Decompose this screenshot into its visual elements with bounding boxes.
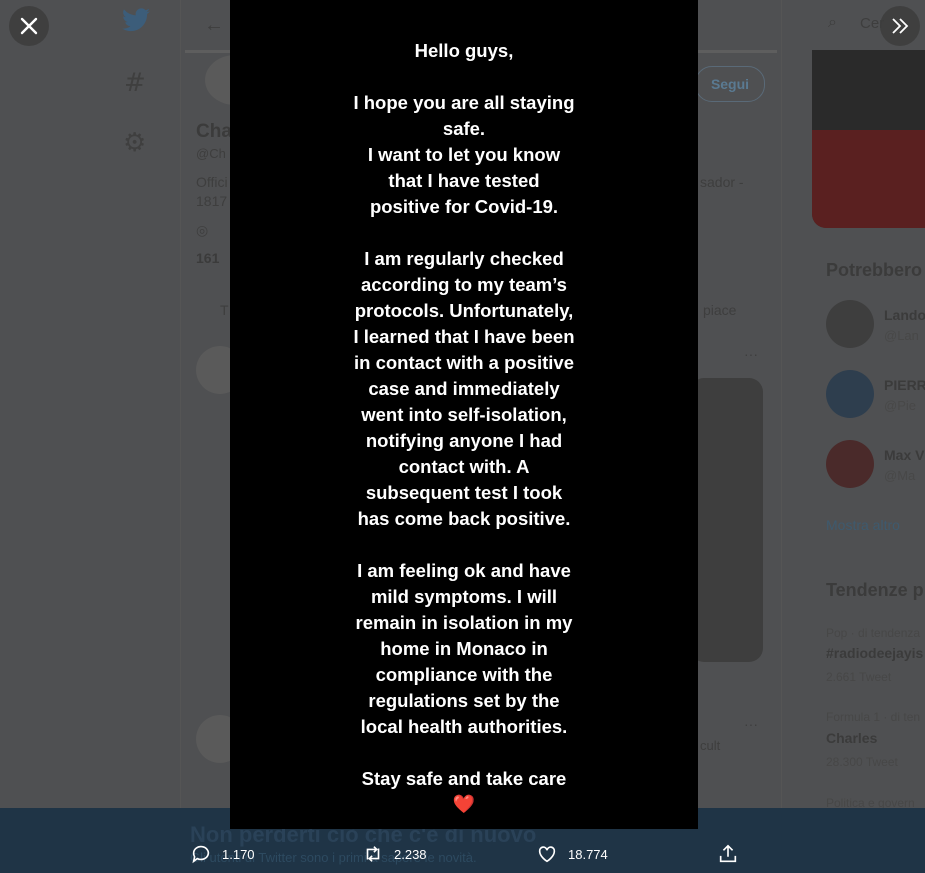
story-paragraph: I am regularly checked according to my t… <box>353 248 575 529</box>
suggestion-name[interactable]: Lando <box>884 307 925 323</box>
hashtag-icon[interactable]: # <box>124 68 146 98</box>
double-chevron-right-icon[interactable] <box>880 6 920 46</box>
trend-context: Pop · di tendenza <box>826 626 921 640</box>
reply-button[interactable]: 1.170 <box>190 843 255 865</box>
tweet-more-icon-2[interactable]: ··· <box>744 716 758 732</box>
story-paragraph: I am feeling ok and have mild symptoms. … <box>355 560 573 737</box>
suggestion-name[interactable]: Max V <box>884 447 924 463</box>
profile-bio: Offici <box>196 174 228 190</box>
follow-button[interactable]: Segui <box>695 66 765 102</box>
trend-name[interactable]: #radiodeejayis <box>826 645 923 661</box>
story-paragraph: Hello guys, <box>414 40 514 61</box>
location-icon: ◎ <box>196 222 209 238</box>
suggestion-handle: @Lan <box>884 328 919 343</box>
tweet-media[interactable] <box>690 378 763 662</box>
trends-title: Tendenze p <box>826 580 924 600</box>
tweet-more-icon[interactable]: ··· <box>744 346 758 362</box>
story-paragraph: I hope you are all staying safe. I want … <box>353 92 575 217</box>
tweet-actions-share <box>717 838 739 870</box>
tweet-actions-retweet: 2.238 <box>362 838 427 870</box>
retweet-icon <box>366 846 380 862</box>
suggestion-avatar[interactable] <box>826 370 874 418</box>
profile-handle: @Ch <box>196 146 226 161</box>
retweet-count: 2.238 <box>394 846 427 862</box>
share-icon <box>719 844 737 863</box>
tab-tweets[interactable]: T <box>220 302 229 318</box>
trend-name[interactable]: Charles <box>826 730 877 746</box>
trend-context: Formula 1 · di ten <box>826 710 921 724</box>
search-icon: ⌕ <box>828 14 837 31</box>
following-count[interactable]: 161 <box>196 250 219 266</box>
story-image[interactable]: Hello guys, I hope you are all staying s… <box>230 0 698 829</box>
trend-count: 28.300 Tweet <box>826 755 898 769</box>
show-more-link[interactable]: Mostra altro <box>826 517 900 533</box>
reply-icon <box>192 845 210 864</box>
suggestion-handle: @Pie <box>884 398 916 413</box>
tweet-actions: 1.170 <box>190 838 255 870</box>
profile-bio-right: sador - <box>700 174 744 190</box>
who-to-follow-title: Potrebbero <box>826 260 923 280</box>
like-count: 18.774 <box>568 846 608 862</box>
back-arrow-icon[interactable]: ← <box>204 14 224 37</box>
left-navigation: # ⚙ <box>0 0 180 873</box>
retweet-button[interactable]: 2.238 <box>362 843 427 865</box>
media-preview[interactable] <box>812 50 925 228</box>
twitter-bird-icon[interactable] <box>122 8 150 39</box>
suggestion-avatar[interactable] <box>826 440 874 488</box>
heart-emoji: ❤️ <box>452 794 476 815</box>
heart-icon <box>538 846 556 863</box>
story-paragraph: Stay safe and take care <box>361 768 567 789</box>
close-icon[interactable] <box>9 6 49 46</box>
suggestion-handle: @Ma <box>884 468 916 483</box>
tweet-text-fragment: cult <box>700 738 721 753</box>
suggestion-name[interactable]: PIERR <box>884 377 925 393</box>
suggestion-avatar[interactable] <box>826 300 874 348</box>
tweet-actions-like: 18.774 <box>536 838 608 870</box>
story-text: Hello guys, I hope you are all staying s… <box>230 38 698 818</box>
settings-icon[interactable]: ⚙ <box>123 128 146 158</box>
trend-count: 2.661 Tweet <box>826 670 892 684</box>
like-button[interactable]: 18.774 <box>536 843 608 865</box>
share-button[interactable] <box>717 843 739 865</box>
tab-likes[interactable]: piace <box>703 302 736 318</box>
profile-bio-line2: 1817 <box>196 193 228 209</box>
profile-name: Cha <box>196 121 232 142</box>
reply-count: 1.170 <box>222 846 255 862</box>
